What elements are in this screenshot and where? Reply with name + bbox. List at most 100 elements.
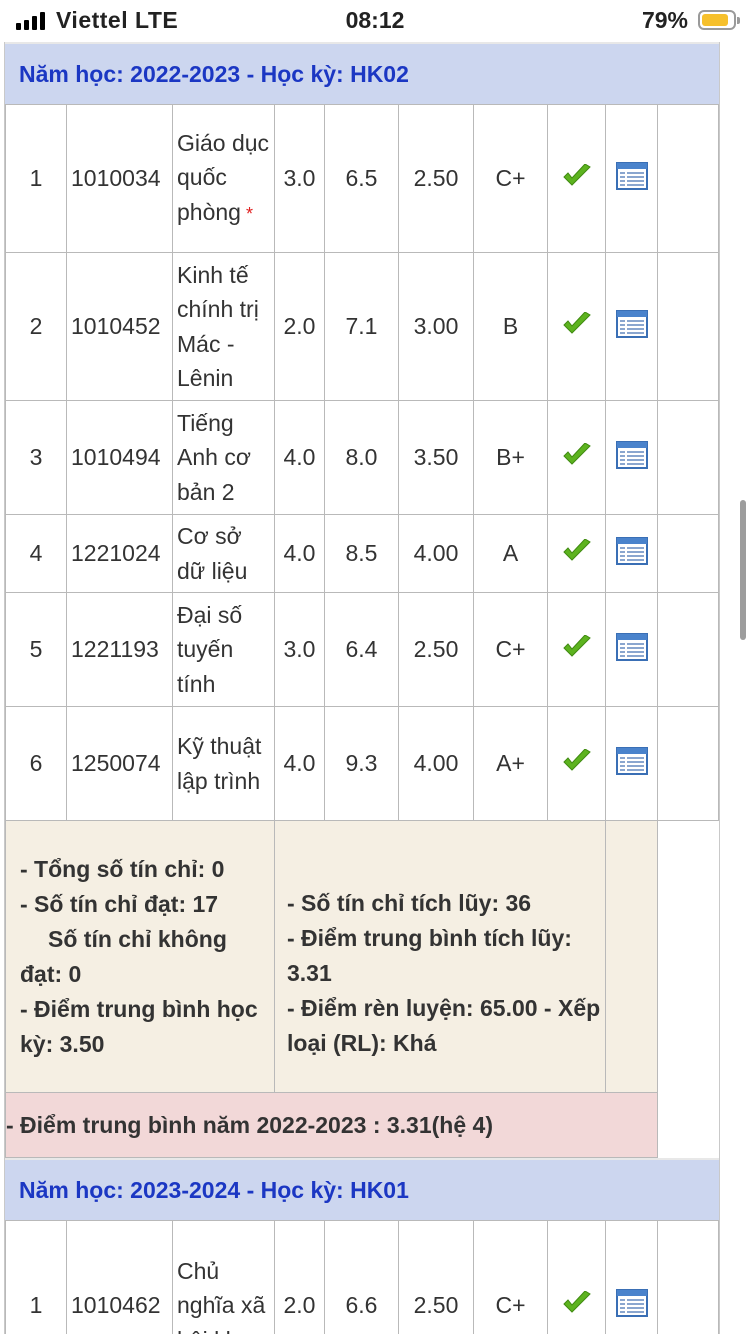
semester-header: Năm học: 2023-2024 - Học kỳ: HK01 — [5, 1158, 719, 1220]
semester-summary: - Tổng số tín chỉ: 0 - Số tín chỉ đạt: 1… — [5, 820, 719, 1093]
row-index-text: 5 — [29, 636, 43, 662]
course-name: Tiếng Anh cơ bản 2 — [172, 400, 275, 515]
detail-icon[interactable] — [615, 440, 648, 474]
gpa-4: 3.00 — [398, 252, 474, 401]
gpa-4-text: 3.50 — [413, 444, 459, 470]
detail-icon[interactable] — [615, 1288, 648, 1322]
gpa-4-text: 2.50 — [413, 636, 459, 662]
course-row: 4 1221024 Cơ sở dữ liệu 4.0 8.5 4.00 A — [5, 514, 719, 593]
total-credits: - Tổng số tín chỉ: 0 — [20, 855, 225, 882]
semester-title: Năm học: 2022-2023 - Học kỳ: HK02 — [19, 60, 409, 87]
gpa-4: 4.00 — [398, 706, 474, 821]
letter-grade-text: C+ — [495, 1292, 526, 1318]
credits-text: 3.0 — [283, 165, 316, 191]
detail-icon[interactable] — [615, 746, 648, 780]
credits: 2.0 — [274, 252, 325, 401]
score-text: 6.4 — [345, 636, 378, 662]
credits-text: 4.0 — [283, 750, 316, 776]
passed-status — [547, 514, 606, 593]
empty-cell — [657, 1220, 719, 1334]
gpa-4: 2.50 — [398, 592, 474, 707]
score-text: 8.5 — [345, 540, 378, 566]
semester-title: Năm học: 2023-2024 - Học kỳ: HK01 — [19, 1176, 409, 1203]
letter-grade: C+ — [473, 592, 548, 707]
empty-cell — [657, 706, 719, 821]
row-index-text: 2 — [29, 313, 43, 339]
score-text: 6.5 — [345, 165, 378, 191]
detail-cell[interactable] — [605, 400, 658, 515]
letter-grade: A — [473, 514, 548, 593]
credits: 3.0 — [274, 592, 325, 707]
course-row: 6 1250074 Kỹ thuật lập trình 4.0 9.3 4.00 A+ — [5, 706, 719, 821]
course-name-text: Kinh tế chính trị Mác - Lênin — [177, 261, 259, 392]
credits-text: 2.0 — [283, 313, 316, 339]
detail-cell[interactable] — [605, 252, 658, 401]
score: 8.5 — [324, 514, 399, 593]
detail-icon[interactable] — [615, 536, 648, 570]
row-index: 2 — [5, 252, 67, 401]
detail-icon[interactable] — [615, 632, 648, 666]
score: 9.3 — [324, 706, 399, 821]
course-name: Kỹ thuật lập trình — [172, 706, 275, 821]
grades-frame[interactable]: Năm học: 2022-2023 - Học kỳ: HK02 1 10100… — [4, 42, 720, 1334]
gpa-4-text: 4.00 — [413, 540, 459, 566]
passed-status — [547, 252, 606, 401]
summary-right: - Số tín chỉ tích lũy: 36 - Điểm trung b… — [274, 820, 606, 1093]
gpa-4: 2.50 — [398, 104, 474, 253]
course-code: 1250074 — [66, 706, 173, 821]
accumulated-gpa: - Điểm trung bình tích lũy: 3.31 — [287, 925, 572, 986]
passed-status — [547, 104, 606, 253]
letter-grade: B+ — [473, 400, 548, 515]
required-marker: * — [240, 203, 253, 224]
detail-cell[interactable] — [605, 104, 658, 253]
detail-icon[interactable] — [615, 161, 648, 195]
summary-blank — [605, 820, 658, 1093]
passed-credits: - Số tín chỉ đạt: 17 — [20, 890, 219, 917]
course-code: 1010494 — [66, 400, 173, 515]
score: 6.5 — [324, 104, 399, 253]
course-code: 1221193 — [66, 592, 173, 707]
row-index-text: 1 — [29, 1292, 43, 1318]
check-icon — [562, 1290, 592, 1320]
gpa-4: 3.50 — [398, 400, 474, 515]
course-code-text: 1010462 — [71, 1292, 161, 1318]
gpa-4-text: 3.00 — [413, 313, 459, 339]
passed-status — [547, 706, 606, 821]
course-row: 1 1010462 Chủ nghĩa xã hội khoa 2.0 6.6 2.50 C… — [5, 1220, 719, 1334]
battery-icon — [698, 10, 740, 30]
credits-text: 2.0 — [283, 1292, 316, 1318]
gpa-4: 2.50 — [398, 1220, 474, 1334]
letter-grade: A+ — [473, 706, 548, 821]
row-index: 1 — [5, 104, 67, 253]
passed-status — [547, 592, 606, 707]
scrollbar[interactable] — [740, 500, 746, 640]
check-icon — [562, 748, 592, 778]
row-index-text: 3 — [29, 444, 43, 470]
course-name-text: Giáo dục quốc phòng — [177, 129, 270, 225]
course-code-text: 1010452 — [71, 313, 161, 339]
gpa-4-text: 2.50 — [413, 1292, 459, 1318]
detail-cell[interactable] — [605, 1220, 658, 1334]
course-row: 5 1221193 Đại số tuyến tính 3.0 6.4 2.50 C+ — [5, 592, 719, 707]
detail-cell[interactable] — [605, 514, 658, 593]
row-index-text: 4 — [29, 540, 43, 566]
check-icon — [562, 442, 592, 472]
accumulated-credits: - Số tín chỉ tích lũy: 36 — [287, 890, 532, 916]
letter-grade-text: A — [502, 540, 519, 566]
year-gap — [657, 1092, 719, 1158]
row-index: 1 — [5, 1220, 67, 1334]
summary-left: - Tổng số tín chỉ: 0 - Số tín chỉ đạt: 1… — [5, 820, 275, 1093]
course-row: 2 1010452 Kinh tế chính trị Mác - Lênin 2.0… — [5, 252, 719, 401]
score-text: 7.1 — [345, 313, 378, 339]
empty-cell — [657, 252, 719, 401]
semester-header: Năm học: 2022-2023 - Học kỳ: HK02 — [5, 42, 719, 104]
check-icon — [562, 538, 592, 568]
year-gpa-row: - Điểm trung bình năm 2022-2023 : 3.31(h… — [5, 1092, 719, 1158]
detail-cell[interactable] — [605, 592, 658, 707]
letter-grade-text: B+ — [496, 444, 525, 470]
score: 8.0 — [324, 400, 399, 515]
detail-icon[interactable] — [615, 309, 648, 343]
passed-status — [547, 400, 606, 515]
course-code-text: 1221193 — [71, 636, 159, 662]
detail-cell[interactable] — [605, 706, 658, 821]
